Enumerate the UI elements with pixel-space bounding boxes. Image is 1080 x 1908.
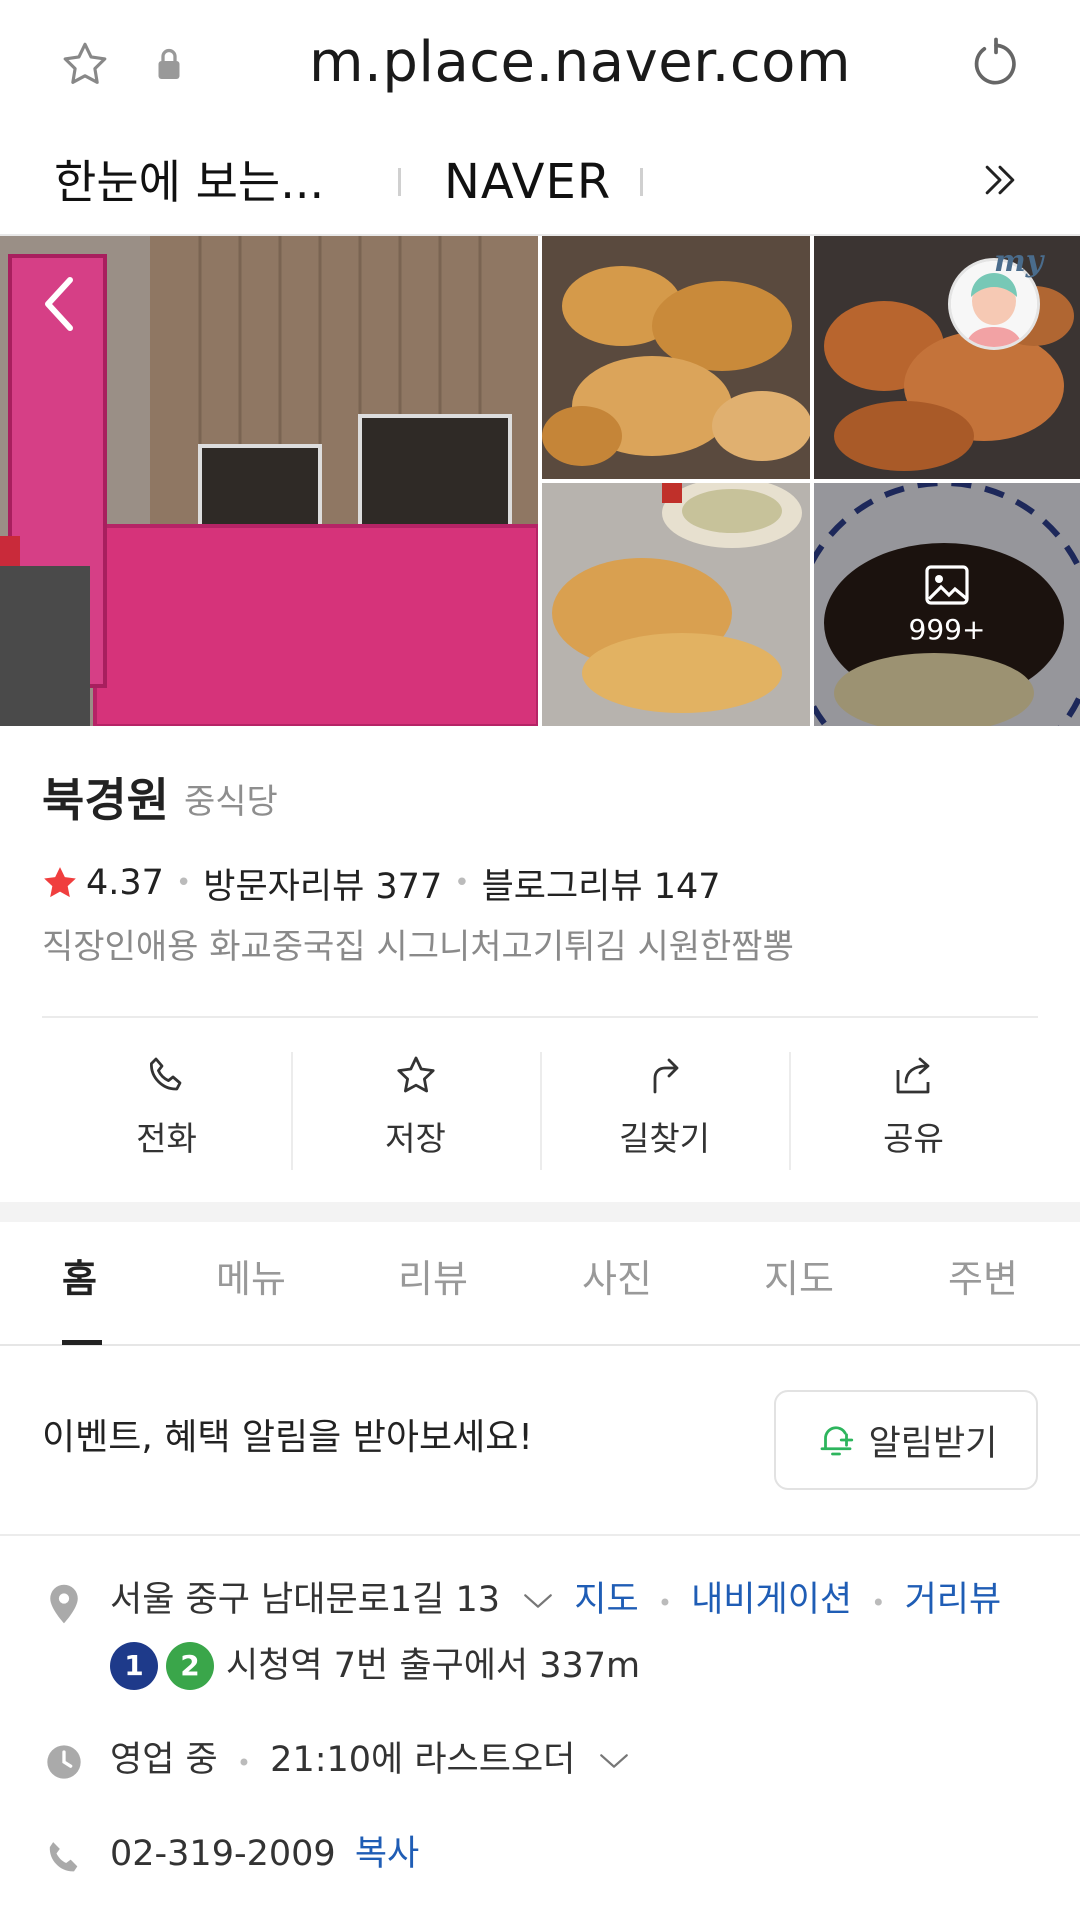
phone-icon [149,1057,181,1091]
address-text: 서울 중구 남대문로1길 13 [110,1580,500,1620]
divider [42,1016,1038,1018]
open-status: 영업 중 [110,1740,218,1780]
tab-map[interactable]: 지도 [764,1254,834,1304]
hours-row[interactable]: 영업 중 • 21:10에 라스트오더 [110,1736,631,1787]
phone-row: 02-319-2009 복사 [110,1830,419,1878]
blog-reviews-link[interactable]: 블로그리뷰 147 [482,858,721,909]
share-icon [896,1057,929,1094]
notify-label: 알림받기 [868,1423,998,1464]
separator-dot: • [175,868,192,898]
food-photo-3[interactable] [542,483,810,726]
section-gap [0,1202,1080,1222]
last-order-text: 21:10에 라스트오더 [270,1740,576,1780]
share-button[interactable]: 공유 [789,1048,1038,1172]
clock-icon [47,1745,81,1779]
separator-dot: • [871,1589,886,1617]
copy-link[interactable]: 복사 [355,1834,419,1874]
share-label: 공유 [883,1119,944,1158]
action-bar: 전화 저장 길찾기 공유 [42,1048,1038,1172]
gallery-icon [925,565,969,605]
location-pin-icon [50,1584,78,1624]
reload-icon[interactable] [968,36,1024,92]
tab-separator [640,168,643,196]
place-category: 중식당 [184,782,278,822]
place-name: 북경원 [42,773,169,827]
separator-dot: • [657,1589,672,1617]
active-tab-indicator [62,1340,102,1345]
tab-home[interactable]: 홈 [62,1254,97,1304]
subway-text: 시청역 7번 출구에서 337m [226,1646,641,1686]
bookmark-star-icon[interactable] [58,38,112,92]
rating-star-icon [44,867,76,898]
rating-value: 4.37 [86,863,164,903]
subway-line-1-badge: 1 [110,1642,158,1690]
save-label: 저장 [385,1119,446,1158]
map-link[interactable]: 지도 [574,1580,638,1620]
place-tabs: 홈 메뉴 리뷰 사진 지도 주변 [0,1222,1080,1346]
separator-dot: • [454,868,470,898]
url-text[interactable]: m.place.naver.com [300,28,860,98]
photo-count-label: 999+ [908,613,986,646]
save-button[interactable]: 저장 [291,1048,540,1172]
avatar-tag: my [994,244,1044,279]
chevron-down-icon[interactable] [521,1589,555,1613]
tab-nearby[interactable]: 주변 [948,1254,1018,1304]
divider [0,1534,1080,1536]
notice-text: 이벤트, 혜택 알림을 받아보세요! [42,1417,533,1458]
tab-review[interactable]: 리뷰 [398,1254,468,1304]
bell-plus-icon [820,1426,853,1456]
chevron-down-icon[interactable] [597,1749,631,1773]
call-button[interactable]: 전화 [42,1048,291,1172]
browser-url-bar: m.place.naver.com [0,0,1080,128]
star-icon [396,1056,435,1093]
phone-icon [49,1842,78,1872]
separator-dot: • [236,1749,252,1777]
photo-count-overlay[interactable]: 999+ [814,483,1080,726]
tab-menu[interactable]: 메뉴 [216,1254,286,1304]
rating-row: 4.37 • 방문자리뷰 377 • 블로그리뷰 147 [40,858,721,908]
double-chevron-right-icon[interactable] [978,158,1022,202]
place-keywords: 직장인애용 화교중국집 시그니처고기튀김 시원한짬뽕 [42,927,794,967]
subway-line-2-badge: 2 [166,1642,214,1690]
navigation-link[interactable]: 내비게이션 [691,1580,852,1620]
food-photo-1[interactable] [542,236,810,479]
directions-label: 길찾기 [618,1119,711,1158]
browser-tab-1[interactable]: 한눈에 보는... [54,152,324,212]
lock-icon [158,48,180,79]
directions-icon [653,1058,678,1094]
call-label: 전화 [136,1119,197,1158]
address-row: 서울 중구 남대문로1길 13 지도 • 내비게이션 • 거리뷰 [110,1576,1001,1627]
notify-button[interactable]: 알림받기 [774,1390,1038,1490]
street-view-link[interactable]: 거리뷰 [905,1580,1002,1620]
directions-button[interactable]: 길찾기 [540,1048,789,1172]
visitor-reviews-link[interactable]: 방문자리뷰 377 [203,858,442,909]
tab-photo[interactable]: 사진 [582,1254,652,1304]
back-chevron-icon[interactable] [40,274,80,334]
tab-separator [398,168,401,196]
storefront-photo[interactable] [0,236,538,726]
phone-number[interactable]: 02-319-2009 [110,1834,336,1874]
browser-tab-strip: 한눈에 보는... NAVER [0,128,1080,236]
browser-tab-2[interactable]: NAVER [444,152,611,212]
photo-grid: 999+ my [0,236,1080,726]
